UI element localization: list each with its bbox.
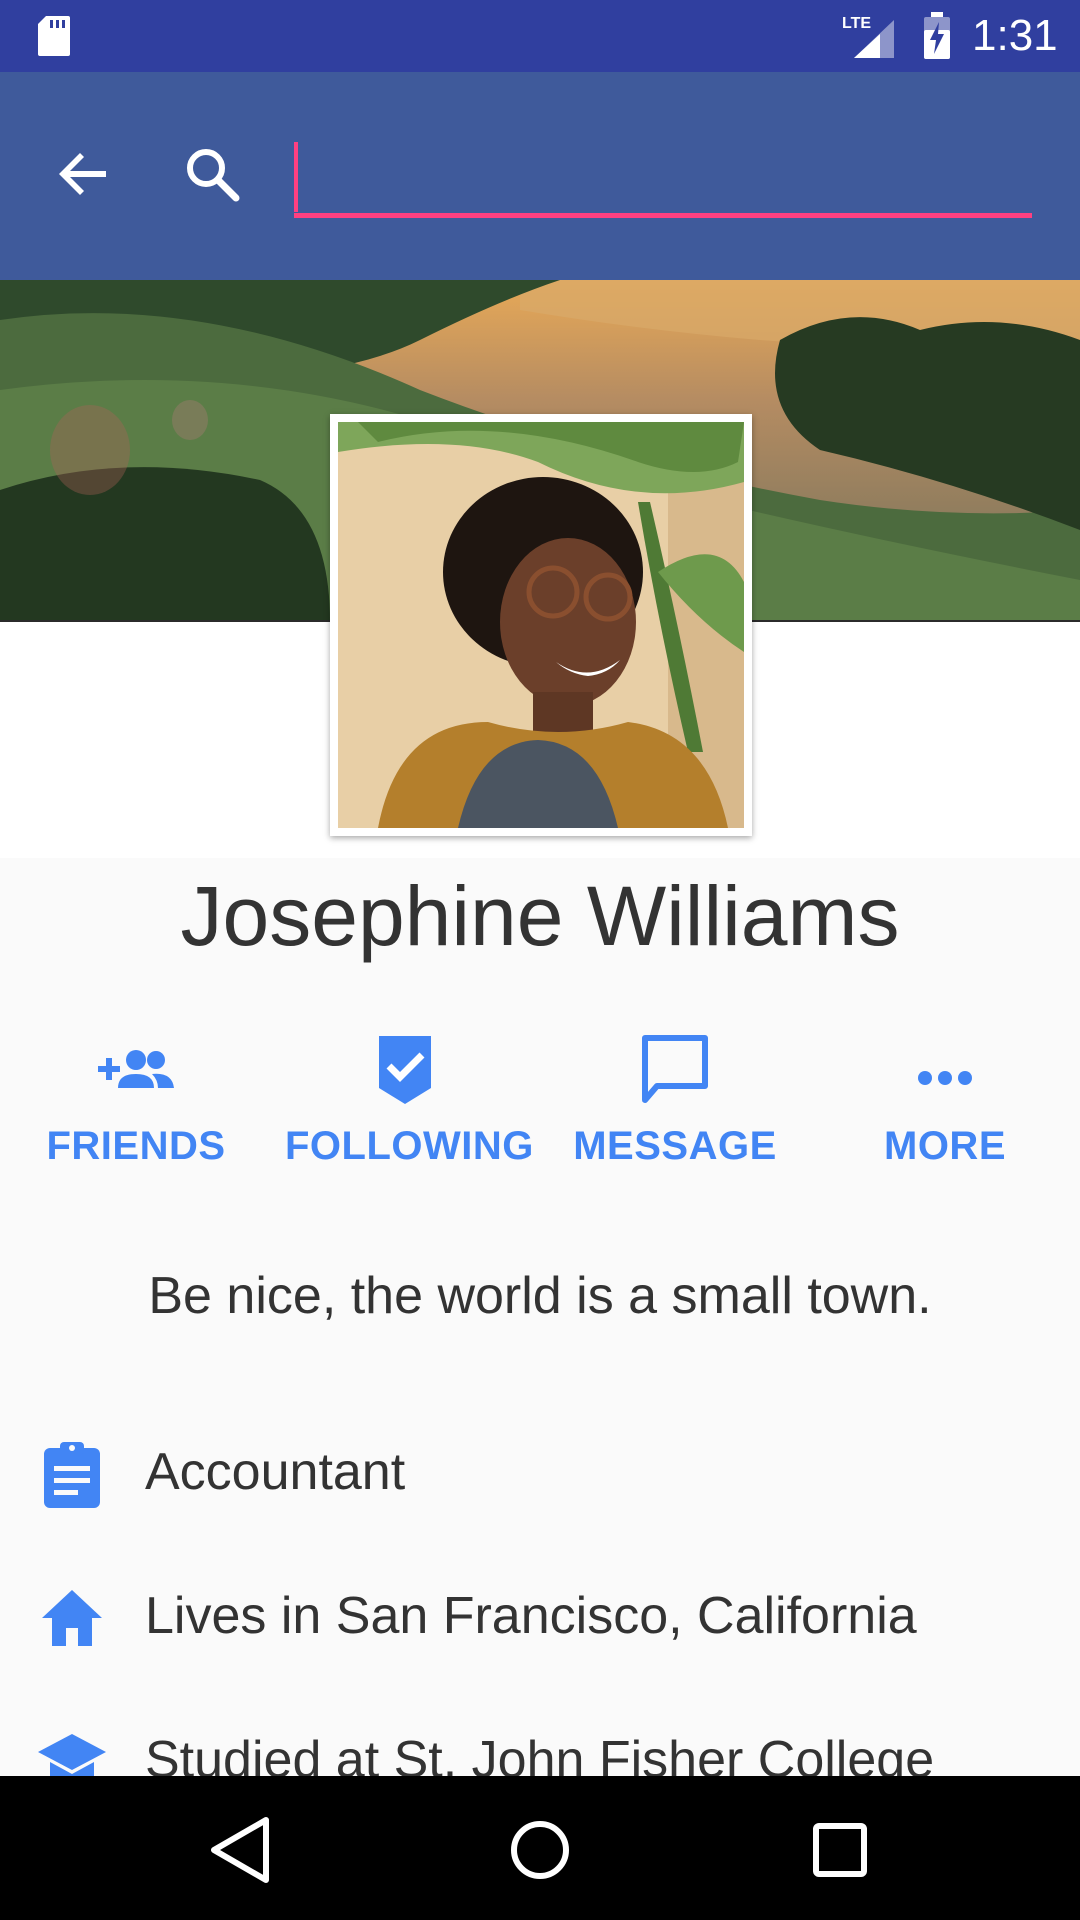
status-bar: LTE 1:31	[0, 0, 1080, 72]
nav-recents-icon[interactable]	[800, 1812, 880, 1888]
location-text: Lives in San Francisco, California	[145, 1587, 917, 1645]
sd-card-icon	[38, 16, 70, 56]
profile-photo[interactable]	[338, 422, 744, 828]
more-dots-icon	[918, 1071, 972, 1085]
message-icon	[642, 1035, 708, 1103]
message-label: MESSAGE	[573, 1124, 777, 1168]
network-type-label: LTE	[842, 15, 871, 32]
back-arrow-icon[interactable]	[48, 138, 120, 210]
info-row-occupation: Accountant	[0, 1428, 1080, 1528]
home-icon	[42, 1590, 102, 1646]
friends-button[interactable]: FRIENDS	[16, 1030, 256, 1180]
following-label: FOLLOWING	[285, 1124, 534, 1168]
following-check-icon	[379, 1036, 431, 1104]
more-button[interactable]: MORE	[825, 1030, 1065, 1180]
lte-signal-icon: LTE	[842, 15, 894, 58]
search-icon	[187, 149, 240, 202]
occupation-text: Accountant	[145, 1443, 406, 1501]
text-caret	[294, 142, 298, 212]
nav-home-icon[interactable]	[500, 1812, 580, 1888]
add-friends-icon	[98, 1050, 174, 1088]
system-navigation-bar	[0, 1776, 1080, 1920]
profile-photo-frame	[330, 414, 752, 836]
message-button[interactable]: MESSAGE	[555, 1030, 795, 1180]
info-row-location: Lives in San Francisco, California	[0, 1572, 1080, 1672]
profile-name: Josephine Williams	[180, 869, 900, 963]
battery-charging-icon	[924, 12, 950, 59]
profile-bio: Be nice, the world is a small town.	[148, 1267, 932, 1325]
more-label: MORE	[884, 1124, 1006, 1168]
search-input[interactable]	[294, 136, 1032, 218]
friends-label: FRIENDS	[46, 1124, 226, 1168]
nav-back-icon[interactable]	[200, 1812, 280, 1888]
following-button[interactable]: FOLLOWING	[285, 1030, 534, 1180]
assignment-icon	[44, 1442, 100, 1508]
status-clock: 1:31	[972, 11, 1058, 60]
